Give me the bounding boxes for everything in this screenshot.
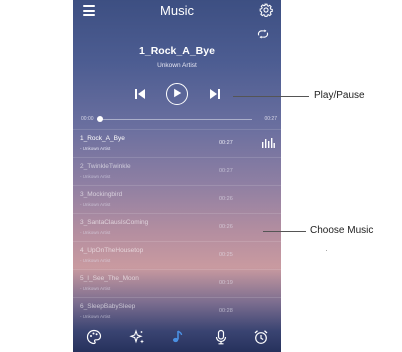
skip-previous-icon[interactable] (134, 88, 146, 100)
now-playing-title: 1_Rock_A_Bye (139, 45, 215, 57)
music-app-screen: Music 1_Rock_A_Bye Unkown Artist 00:00 0… (73, 0, 281, 352)
now-playing-artist: Unkown Artist (157, 62, 197, 69)
track-name: 3_Mockingbird (80, 191, 123, 198)
track-duration: 00:28 (219, 308, 233, 314)
track-artist: - Unkown Artist (80, 314, 111, 319)
track-artist: - Unkown Artist (80, 286, 111, 291)
total-time: 00:27 (264, 116, 277, 122)
play-icon (174, 88, 182, 98)
track-duration: 00:27 (219, 168, 233, 174)
play-pause-callout-line (233, 96, 309, 97)
track-name: 4_UpOnTheHousetop (80, 247, 144, 254)
track-artist: - Unkown Artist (80, 230, 111, 235)
stray-mark (326, 250, 327, 251)
alarm-clock-icon[interactable] (253, 329, 269, 345)
bottom-nav (73, 323, 281, 352)
skip-next-icon[interactable] (209, 88, 221, 100)
track-name: 1_Rock_A_Bye (80, 135, 125, 142)
top-bar: Music (73, 0, 281, 22)
choose-music-callout: Choose Music (310, 225, 374, 236)
track-name: 2_TwinkleTwinkle (80, 163, 131, 170)
equalizer-icon (262, 138, 275, 148)
play-pause-button[interactable] (166, 83, 188, 105)
choose-music-callout-line (263, 231, 306, 232)
gear-icon[interactable] (259, 3, 273, 17)
palette-icon[interactable] (86, 329, 102, 345)
track-duration: 00:25 (219, 252, 233, 258)
progress-bar[interactable] (97, 118, 252, 120)
microphone-icon[interactable] (213, 329, 229, 345)
track-artist: - Unkown Artist (80, 174, 111, 179)
track-name: 3_SantaClausIsComing (80, 219, 149, 226)
track-row[interactable]: 5_I_See_The_Moon - Unkown Artist 00:19 (73, 269, 281, 297)
track-artist: - Unkown Artist (80, 146, 111, 151)
track-duration: 00:27 (219, 140, 233, 146)
progress-knob[interactable] (97, 116, 104, 122)
sparkle-icon[interactable] (129, 329, 145, 345)
track-row[interactable]: 1_Rock_A_Bye - Unkown Artist 00:27 (73, 129, 281, 157)
track-name: 6_SleepBabySleep (80, 303, 136, 310)
track-artist: - Unkown Artist (80, 258, 111, 263)
repeat-icon[interactable] (256, 29, 270, 39)
music-note-icon[interactable] (169, 329, 185, 345)
elapsed-time: 00:00 (81, 116, 94, 122)
track-row[interactable]: 4_UpOnTheHousetop - Unkown Artist 00:25 (73, 241, 281, 269)
track-duration: 00:26 (219, 224, 233, 230)
track-artist: - Unkown Artist (80, 202, 111, 207)
play-pause-callout: Play/Pause (314, 90, 365, 101)
track-row[interactable]: 3_SantaClausIsComing - Unkown Artist 00:26 (73, 213, 281, 241)
track-duration: 00:19 (219, 280, 233, 286)
app-title: Music (160, 3, 194, 18)
track-duration: 00:26 (219, 196, 233, 202)
track-name: 5_I_See_The_Moon (80, 275, 139, 282)
track-row[interactable]: 6_SleepBabySleep - Unkown Artist 00:28 (73, 297, 281, 325)
track-row[interactable]: 2_TwinkleTwinkle - Unkown Artist 00:27 (73, 157, 281, 185)
track-row[interactable]: 3_Mockingbird - Unkown Artist 00:26 (73, 185, 281, 213)
